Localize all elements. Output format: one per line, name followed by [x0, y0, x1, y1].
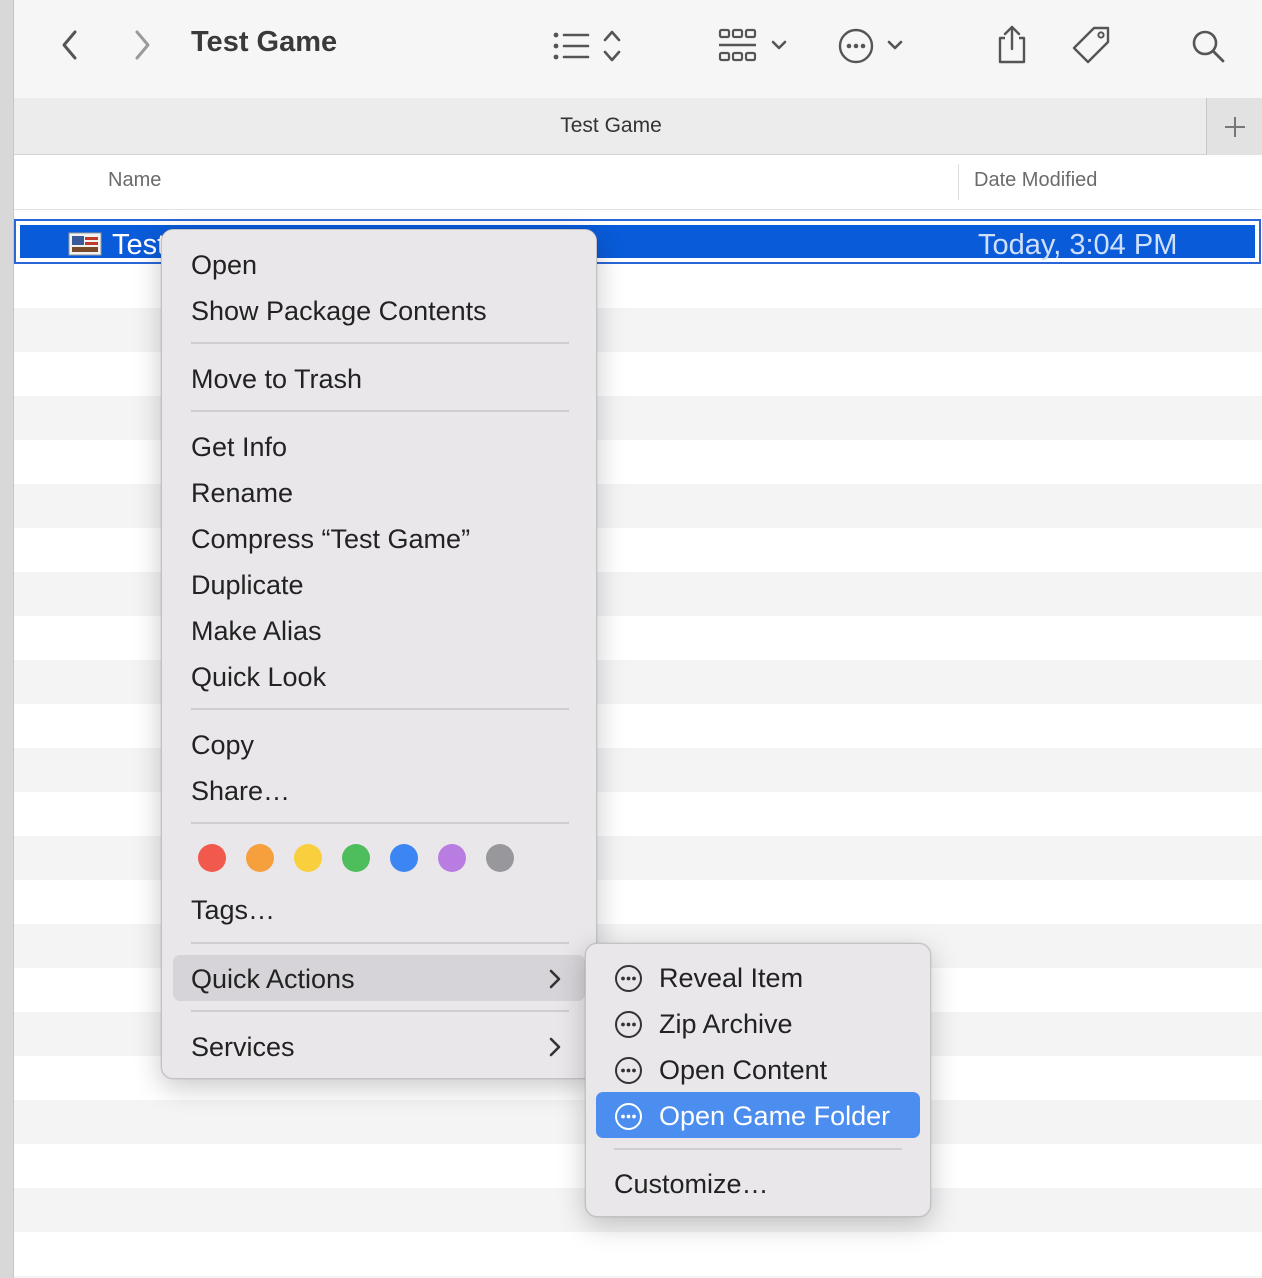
column-date-modified[interactable]: Date Modified: [974, 169, 1097, 192]
tag-purple[interactable]: [438, 844, 466, 872]
toolbar: Test Game: [14, 0, 1262, 98]
submenu-item-customize[interactable]: Customize…: [614, 1166, 769, 1202]
menu-item-tags[interactable]: Tags…: [191, 894, 275, 926]
menu-separator: [614, 1148, 902, 1150]
menu-item-share[interactable]: Share…: [191, 775, 290, 807]
menu-item-rename[interactable]: Rename: [191, 477, 293, 509]
list-view-icon[interactable]: [550, 26, 636, 66]
menu-item-compress[interactable]: Compress “Test Game”: [191, 523, 470, 555]
group-icon[interactable]: [716, 26, 796, 66]
submenu-item-zip-archive[interactable]: Zip Archive: [614, 1006, 793, 1042]
window-left-edge: [0, 0, 14, 1278]
submenu-item-open-content[interactable]: Open Content: [614, 1052, 827, 1088]
column-name[interactable]: Name: [108, 169, 161, 192]
app-icon: [68, 232, 102, 256]
ellipsis-circle-icon: [615, 1010, 642, 1038]
plus-icon: [1224, 116, 1245, 137]
ellipsis-circle-icon: [615, 1056, 642, 1084]
menu-item-services[interactable]: Services: [191, 1031, 295, 1063]
tag-gray[interactable]: [486, 844, 514, 872]
file-date-modified: Today, 3:04 PM: [978, 229, 1178, 261]
tag-yellow[interactable]: [294, 844, 322, 872]
quick-actions-submenu: Reveal Item Zip Archive Open Content Ope…: [585, 943, 931, 1217]
chevron-left-icon[interactable]: [54, 28, 86, 62]
tag-icon[interactable]: [1070, 24, 1114, 68]
menu-item-show-package-contents[interactable]: Show Package Contents: [191, 295, 487, 327]
more-actions-icon[interactable]: [836, 26, 912, 66]
submenu-item-open-game-folder[interactable]: Open Game Folder: [614, 1098, 890, 1134]
column-divider[interactable]: [958, 164, 959, 200]
menu-item-copy[interactable]: Copy: [191, 729, 254, 761]
menu-item-move-to-trash[interactable]: Move to Trash: [191, 363, 362, 395]
tag-blue[interactable]: [390, 844, 418, 872]
ellipsis-circle-icon: [615, 964, 642, 992]
menu-separator: [191, 942, 569, 944]
column-header: Name Date Modified: [14, 156, 1262, 210]
menu-separator: [191, 822, 569, 824]
share-icon[interactable]: [994, 24, 1030, 66]
menu-item-open[interactable]: Open: [191, 249, 257, 281]
new-tab-button[interactable]: [1206, 98, 1262, 155]
window-title: Test Game: [191, 26, 338, 58]
menu-item-quick-actions[interactable]: Quick Actions: [191, 963, 355, 995]
context-menu: Open Show Package Contents Move to Trash…: [161, 229, 597, 1079]
menu-separator: [191, 708, 569, 710]
submenu-label: Open Content: [659, 1054, 828, 1085]
menu-separator: [191, 1010, 569, 1012]
menu-item-quick-look[interactable]: Quick Look: [191, 661, 326, 693]
ellipsis-circle-icon: [615, 1102, 642, 1130]
search-icon[interactable]: [1188, 26, 1228, 66]
submenu-label: Zip Archive: [659, 1008, 793, 1039]
chevron-right-icon: [549, 969, 561, 989]
submenu-label: Reveal Item: [659, 962, 804, 993]
chevron-right-icon[interactable]: [126, 28, 158, 62]
menu-item-duplicate[interactable]: Duplicate: [191, 569, 304, 601]
chevron-right-icon: [549, 1037, 561, 1057]
tag-orange[interactable]: [246, 844, 274, 872]
file-name: Test: [112, 229, 166, 261]
tag-red[interactable]: [198, 844, 226, 872]
menu-separator: [191, 410, 569, 412]
submenu-item-reveal-item[interactable]: Reveal Item: [614, 960, 803, 996]
tab-test-game[interactable]: Test Game: [14, 114, 1208, 138]
menu-separator: [191, 342, 569, 344]
tag-green[interactable]: [342, 844, 370, 872]
menu-item-make-alias[interactable]: Make Alias: [191, 615, 322, 647]
tab-bar: Test Game: [14, 98, 1262, 155]
submenu-label: Open Game Folder: [659, 1100, 891, 1131]
menu-item-get-info[interactable]: Get Info: [191, 431, 287, 463]
